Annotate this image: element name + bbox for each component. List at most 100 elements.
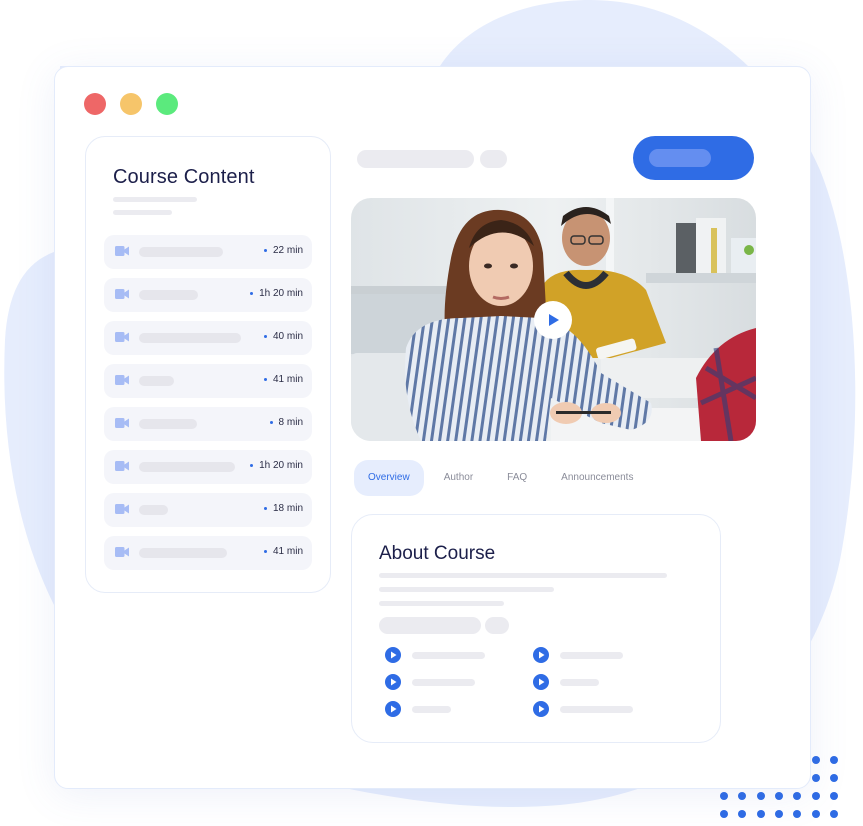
feature-item (385, 647, 485, 663)
bullet-dot (263, 249, 267, 252)
subtitle-placeholder (113, 197, 197, 202)
lesson-list: 22 min 1h 20 min 40 min 41 min 8 min 1h … (104, 235, 312, 579)
about-course-card: About Course (351, 514, 721, 743)
decorative-dot (830, 756, 838, 764)
lesson-duration: 1h 20 min (259, 288, 303, 299)
play-circle-icon (533, 674, 549, 690)
lesson-title-placeholder (139, 376, 174, 386)
lesson-item[interactable]: 22 min (104, 235, 312, 269)
feature-item (533, 674, 599, 690)
lesson-title-placeholder (139, 548, 227, 558)
decorative-dot (774, 792, 783, 800)
course-video-player[interactable] (351, 198, 756, 441)
bullet-dot (263, 378, 267, 381)
feature-text-placeholder (560, 705, 633, 713)
play-circle-icon (385, 647, 401, 663)
lesson-duration: 22 min (272, 245, 303, 256)
lesson-item[interactable]: 8 min (104, 407, 312, 441)
feature-item (385, 674, 475, 690)
decorative-dot (811, 810, 820, 818)
feature-text-placeholder (412, 678, 475, 686)
play-circle-icon (385, 701, 401, 717)
decorative-dot (830, 774, 838, 782)
description-placeholder (379, 587, 554, 592)
tab-author[interactable]: Author (430, 460, 487, 496)
video-camera-icon (115, 375, 129, 385)
lesson-item[interactable]: 1h 20 min (104, 450, 312, 484)
video-camera-icon (115, 246, 129, 256)
lesson-duration: 1h 20 min (259, 460, 303, 471)
decorative-dot (720, 810, 728, 818)
feature-text-placeholder (412, 705, 451, 713)
app-window: Course Content 22 min 1h 20 min 40 min 4… (54, 66, 811, 789)
video-camera-icon (115, 461, 129, 471)
breadcrumb-placeholder (480, 150, 507, 168)
lesson-duration: 41 min (272, 546, 303, 557)
decorative-dot (756, 810, 765, 818)
video-camera-icon (115, 504, 129, 514)
bullet-dot (250, 464, 254, 467)
decorative-dot (829, 810, 838, 818)
feature-text-placeholder (412, 651, 485, 659)
description-placeholder (379, 573, 667, 578)
decorative-dot (811, 792, 820, 800)
lesson-title-placeholder (139, 290, 198, 300)
bullet-dot (263, 507, 267, 510)
minimize-window-button[interactable] (120, 93, 142, 115)
maximize-window-button[interactable] (156, 93, 178, 115)
subtitle-placeholder (113, 210, 172, 215)
play-circle-icon (533, 647, 549, 663)
course-content-panel: Course Content 22 min 1h 20 min 40 min 4… (85, 136, 331, 593)
bullet-dot (250, 292, 254, 295)
video-camera-icon (115, 547, 129, 557)
window-controls (84, 93, 178, 115)
lesson-duration: 41 min (272, 374, 303, 385)
tag-placeholder (485, 617, 509, 634)
feature-item (533, 701, 633, 717)
bullet-dot (269, 421, 273, 424)
feature-item (385, 701, 451, 717)
lesson-title-placeholder (139, 505, 168, 515)
decorative-dot (812, 756, 820, 764)
breadcrumb-placeholder (357, 150, 474, 168)
course-content-title: Course Content (113, 166, 255, 188)
lesson-item[interactable]: 18 min (104, 493, 312, 527)
lesson-title-placeholder (139, 333, 241, 343)
video-camera-icon (115, 289, 129, 299)
feature-text-placeholder (560, 678, 599, 686)
decorative-dot (829, 792, 838, 800)
primary-action-button[interactable] (633, 136, 754, 180)
lesson-title-placeholder (139, 247, 223, 257)
lesson-duration: 18 min (272, 503, 303, 514)
lesson-item[interactable]: 40 min (104, 321, 312, 355)
bullet-dot (263, 550, 267, 553)
play-icon (549, 314, 559, 326)
play-circle-icon (533, 701, 549, 717)
video-camera-icon (115, 332, 129, 342)
video-camera-icon (115, 418, 129, 428)
button-label-placeholder (649, 149, 711, 167)
tab-faq[interactable]: FAQ (493, 460, 541, 496)
close-window-button[interactable] (84, 93, 106, 115)
tag-placeholder (379, 617, 481, 634)
feature-text-placeholder (560, 651, 623, 659)
play-circle-icon (385, 674, 401, 690)
description-placeholder (379, 601, 504, 606)
lesson-title-placeholder (139, 462, 235, 472)
lesson-duration: 40 min (272, 331, 303, 342)
lesson-item[interactable]: 41 min (104, 364, 312, 398)
course-tabs: Overview Author FAQ Announcements (354, 460, 653, 496)
tab-overview[interactable]: Overview (354, 460, 424, 496)
decorative-dot (756, 792, 765, 800)
lesson-title-placeholder (139, 419, 197, 429)
play-video-button[interactable] (534, 301, 572, 339)
lesson-item[interactable]: 41 min (104, 536, 312, 570)
tab-announcements[interactable]: Announcements (547, 460, 647, 496)
decorative-dot (774, 810, 783, 818)
decorative-dot (812, 774, 820, 782)
lesson-item[interactable]: 1h 20 min (104, 278, 312, 312)
feature-item (533, 647, 623, 663)
lesson-duration: 8 min (278, 417, 303, 428)
decorative-dot (720, 792, 728, 800)
about-course-title: About Course (379, 543, 496, 564)
